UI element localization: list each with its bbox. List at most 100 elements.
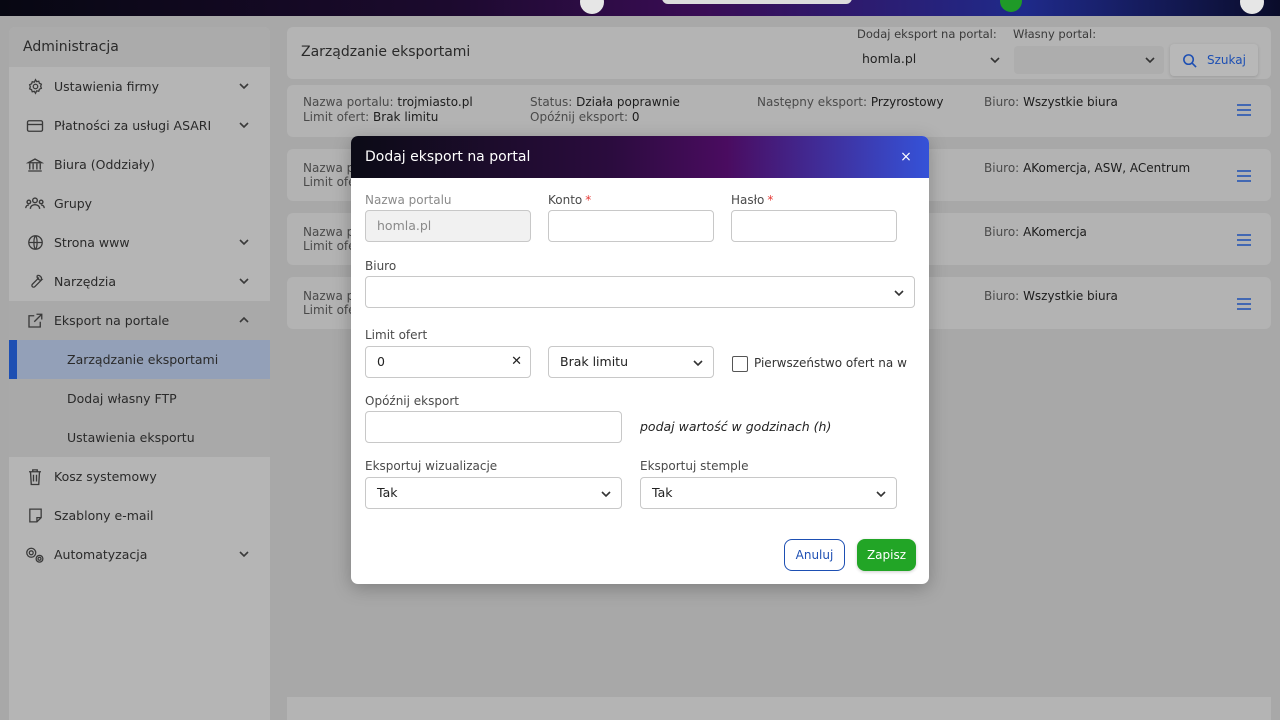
own-portal-select[interactable]	[1014, 46, 1164, 74]
cancel-button[interactable]: Anuluj	[784, 539, 845, 571]
export-icon	[25, 311, 45, 331]
delay-hint: podaj wartość w godzinach (h)	[640, 419, 832, 434]
account-input[interactable]	[548, 210, 714, 242]
sidebar-item-automation[interactable]: Automatyzacja	[9, 535, 270, 574]
status-label: Status:	[530, 95, 573, 109]
portal-name-label: Nazwa p	[303, 289, 355, 303]
users-icon	[25, 194, 45, 214]
limit-type-value: Brak limitu	[560, 354, 629, 369]
delay-label: Opóźnij eksport:	[530, 110, 629, 124]
automation-icon	[25, 545, 45, 565]
save-button[interactable]: Zapisz	[857, 539, 916, 571]
next-export-label: Następny eksport:	[757, 95, 868, 109]
sidebar-item-offices[interactable]: Biura (Oddziały)	[9, 145, 270, 184]
sidebar-item-manage-exports[interactable]: Zarządzanie eksportami	[9, 340, 270, 379]
chevron-down-icon	[239, 239, 249, 246]
office-value: Wszystkie biura	[1023, 289, 1118, 303]
chevron-down-icon	[693, 360, 703, 367]
sidebar-item-label: Płatności za usługi ASARI	[54, 118, 212, 133]
sidebar-item-company-settings[interactable]: Ustawienia firmy	[9, 67, 270, 106]
limit-label: Limit ofe	[303, 239, 356, 253]
email-template-icon	[25, 506, 45, 526]
password-label-text: Hasło	[731, 193, 765, 207]
bank-icon	[25, 155, 45, 175]
stamps-field-label: Eksportuj stemple	[640, 459, 749, 473]
pagination-bar	[287, 697, 1271, 720]
sidebar-item-add-ftp[interactable]: Dodaj własny FTP	[9, 379, 270, 418]
top-bar	[0, 0, 1280, 16]
sidebar-item-groups[interactable]: Grupy	[9, 184, 270, 223]
stamps-select[interactable]: Tak	[640, 477, 897, 509]
limit-type-select[interactable]: Brak limitu	[548, 346, 714, 378]
chevron-down-icon	[990, 57, 1000, 64]
sidebar-item-trash[interactable]: Kosz systemowy	[9, 457, 270, 496]
chevron-down-icon	[239, 122, 249, 129]
password-input[interactable]	[731, 210, 897, 242]
globe-icon	[25, 233, 45, 253]
portal-name-label: Nazwa p	[303, 161, 355, 175]
limit-field-label: Limit ofert	[365, 328, 428, 342]
sidebar-item-label: Zarządzanie eksportami	[67, 352, 219, 367]
limit-value: Brak limitu	[373, 110, 439, 124]
delay-value: 0	[631, 110, 640, 124]
add-export-modal: Dodaj eksport na portal × Nazwa portalu …	[351, 136, 929, 584]
office-label: Biuro:	[984, 289, 1020, 303]
menu-icon[interactable]	[1237, 234, 1251, 246]
required-mark: *	[585, 193, 592, 207]
status-value: Działa poprawnie	[576, 95, 680, 109]
sidebar-item-email-templates[interactable]: Szablony e-mail	[9, 496, 270, 535]
account-label-text: Konto	[548, 193, 583, 207]
close-icon[interactable]: ×	[899, 150, 913, 164]
avatar[interactable]	[1240, 0, 1264, 14]
search-icon	[1183, 53, 1197, 68]
office-label: Biuro:	[984, 225, 1020, 239]
chevron-down-icon	[239, 278, 249, 285]
portal-name-label: Nazwa p	[303, 225, 355, 239]
sidebar-item-export-settings[interactable]: Ustawienia eksportu	[9, 418, 270, 457]
trash-icon	[25, 467, 45, 487]
wrench-icon	[25, 272, 45, 292]
delay-input[interactable]	[365, 411, 622, 443]
portal-name-field-label: Nazwa portalu	[365, 193, 452, 207]
page-header: Zarządzanie eksportami Dodaj eksport na …	[287, 27, 1271, 79]
menu-icon[interactable]	[1237, 104, 1251, 116]
top-bar-search[interactable]	[662, 0, 852, 4]
credit-card-icon	[25, 116, 45, 136]
office-value: Wszystkie biura	[1023, 95, 1118, 109]
sidebar-title: Administracja	[9, 27, 270, 67]
portal-name-input: homla.pl	[365, 210, 531, 242]
office-value: AKomercja	[1023, 225, 1087, 239]
limit-label: Limit ofe	[303, 303, 356, 317]
visualizations-select[interactable]: Tak	[365, 477, 622, 509]
gear-icon	[25, 77, 45, 97]
sidebar-item-label: Narzędzia	[54, 274, 117, 289]
sidebar-item-label: Ustawienia eksportu	[67, 430, 195, 445]
sidebar-item-label: Strona www	[54, 235, 130, 250]
own-portal-label: Własny portal:	[1013, 27, 1097, 41]
priority-checkbox[interactable]	[732, 356, 748, 372]
chevron-down-icon	[239, 83, 249, 90]
clear-icon[interactable]: ✕	[511, 355, 522, 369]
add-export-select-value: homla.pl	[862, 51, 917, 66]
limit-input-value: 0	[377, 354, 385, 369]
menu-icon[interactable]	[1237, 170, 1251, 182]
sidebar-item-payments[interactable]: Płatności za usługi ASARI	[9, 106, 270, 145]
chevron-down-icon	[239, 551, 249, 558]
modal-header: Dodaj eksport na portal ×	[351, 136, 929, 178]
sidebar-item-website[interactable]: Strona www	[9, 223, 270, 262]
menu-icon[interactable]	[1237, 298, 1251, 310]
office-field-label: Biuro	[365, 259, 397, 273]
add-export-select[interactable]: homla.pl	[854, 46, 1009, 74]
sidebar-item-export[interactable]: Eksport na portale	[9, 301, 270, 340]
sidebar-item-label: Biura (Oddziały)	[54, 157, 155, 172]
limit-input[interactable]: 0 ✕	[365, 346, 531, 378]
sidebar-item-label: Ustawienia firmy	[54, 79, 160, 94]
top-bar-button[interactable]	[580, 0, 604, 14]
chevron-down-icon	[1145, 57, 1155, 64]
search-button[interactable]: Szukaj	[1170, 44, 1258, 76]
required-mark: *	[767, 193, 774, 207]
sidebar-item-label: Automatyzacja	[54, 547, 148, 562]
office-select[interactable]	[365, 276, 915, 308]
chevron-down-icon	[894, 290, 904, 297]
sidebar-item-tools[interactable]: Narzędzia	[9, 262, 270, 301]
